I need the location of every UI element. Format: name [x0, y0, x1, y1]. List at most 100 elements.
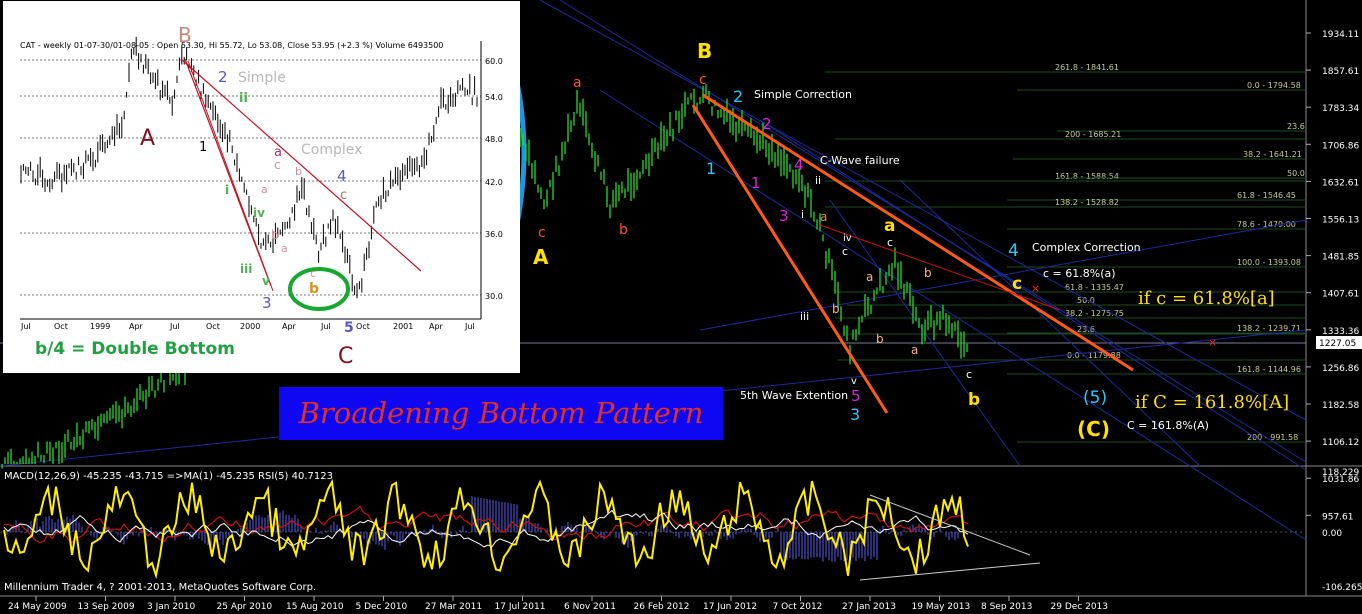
wave-label: b	[619, 222, 628, 238]
wave-label: C-Wave failure	[820, 154, 900, 167]
inset-x-label: 2001	[393, 322, 413, 331]
date-tick-label: 7 Oct 2012	[773, 602, 823, 612]
date-tick-label: 24 May 2009	[8, 602, 67, 612]
inset-x-label: Oct	[356, 322, 370, 331]
wave-label: 5th Wave Extention	[740, 389, 848, 402]
copyright-text: Millennium Trader 4, ? 2001-2013, MetaQu…	[4, 582, 317, 593]
inset-wave-label: a	[261, 183, 268, 196]
inset-wave-label: v	[262, 274, 270, 288]
inset-x-label: Jul	[169, 322, 180, 331]
price-tick-label: 1857.61	[1322, 67, 1359, 77]
date-tick-label: 8 Sep 2013	[981, 602, 1032, 612]
inset-wave-label: iii	[240, 262, 252, 276]
wave-label: 3	[779, 207, 789, 225]
inset-wave-label: Simple	[238, 70, 286, 86]
fib-level-label: 61.8 - 1546.45	[1237, 191, 1296, 200]
wave-label: a	[573, 75, 582, 91]
inset-wave-label: C	[338, 344, 353, 369]
fib-level-label: 100.0 - 1393.08	[1237, 258, 1301, 267]
inset-wave-label: a	[281, 242, 288, 255]
current-price-label: 1227.05	[1319, 339, 1356, 349]
inset-y-label: 54.0	[485, 93, 503, 102]
wave-label: c	[966, 368, 972, 381]
date-tick-label: 29 Dec 2013	[1051, 602, 1109, 612]
inset-footer: b/4 = Double Bottom	[35, 339, 235, 359]
inset-x-label: Oct	[54, 322, 68, 331]
wave-label: 3	[850, 405, 860, 424]
date-tick-label: 17 Jul 2011	[495, 602, 546, 612]
wave-label: Simple Correction	[754, 88, 852, 101]
inset-wave-label: b	[295, 165, 302, 178]
wave-label: a	[820, 210, 827, 224]
inset-x-label: 1999	[90, 322, 110, 331]
condition-text: if C = 161.8%[A]	[1135, 392, 1289, 413]
wave-label: (5)	[1083, 388, 1107, 408]
inset-header: CAT - weekly 01-07-30/01-08-05 : Open 53…	[20, 41, 443, 50]
wave-label: v	[851, 376, 857, 387]
inset-x-label: Apr	[429, 322, 444, 331]
date-tick-label: 27 Jan 2013	[842, 602, 896, 612]
wave-label: iii	[800, 310, 809, 323]
wave-label: 1	[751, 174, 761, 192]
wave-label: a	[884, 216, 895, 236]
price-tick-label: 1256.86	[1322, 364, 1359, 374]
wave-label: ×	[1031, 282, 1040, 295]
price-tick-label: 1106.12	[1322, 438, 1359, 448]
fib-level-label: 50.0	[1077, 296, 1095, 305]
price-tick-label: 1934.11	[1322, 30, 1359, 40]
inset-x-label: Apr	[129, 322, 144, 331]
inset-y-label: 30.0	[485, 292, 503, 301]
inset-y-label: 60.0	[485, 57, 503, 66]
inset-x-label: Jul	[464, 322, 475, 331]
inset-x-label: Apr	[282, 322, 297, 331]
date-tick-label: 25 Apr 2010	[217, 602, 273, 612]
inset-x-label: 2000	[240, 322, 260, 331]
macd-tick-label: -106.265	[1322, 583, 1362, 593]
inset-wave-label: c	[274, 158, 281, 172]
wave-label: ii	[815, 174, 821, 187]
macd-indicator-title: MACD(12,26,9) -45.235 -43.715 =>MA(1) -4…	[4, 471, 333, 482]
condition-text: if c = 61.8%[a]	[1138, 288, 1275, 309]
fib-level-label: 161.8 - 1588.54	[1055, 172, 1119, 181]
price-tick-label: 1333.36	[1322, 327, 1359, 337]
fib-level-label: 50.0	[1287, 169, 1305, 178]
wave-label: b	[832, 302, 840, 316]
inset-wave-label: b	[271, 228, 279, 242]
fib-level-label: 38.2 - 1275.75	[1065, 309, 1124, 318]
wave-label: 2	[733, 87, 743, 106]
wave-label: b	[876, 332, 884, 346]
wave-label: 4	[1008, 241, 1019, 261]
inset-y-label: 42.0	[485, 178, 503, 187]
inset-wave-label: Complex	[301, 142, 362, 158]
pattern-banner: Broadening Bottom Pattern	[279, 387, 723, 440]
fib-level-label: 138.2 - 1528.82	[1055, 198, 1119, 207]
fib-level-label: 200 - 1685.21	[1065, 130, 1121, 139]
wave-label: c	[1012, 274, 1022, 294]
date-tick-label: 27 Mar 2011	[425, 602, 482, 612]
date-tick-label: 15 Aug 2010	[286, 602, 344, 612]
date-tick-label: 3 Jan 2010	[147, 602, 195, 612]
inset-wave-label: i	[225, 183, 229, 197]
inset-wave-label: 5	[344, 320, 354, 336]
wave-label: c	[699, 72, 707, 88]
price-tick-label: 1556.13	[1322, 216, 1359, 226]
inset-x-label: Oct	[206, 322, 220, 331]
inset-wave-label: A	[140, 126, 155, 151]
inset-wave-label: 3	[262, 294, 272, 312]
inset-wave-label: 2	[218, 68, 228, 86]
macd-tick-label: 118.229	[1322, 468, 1359, 478]
wave-label: Complex Correction	[1032, 241, 1141, 254]
fib-level-label: 61.8 - 1335.47	[1065, 283, 1124, 292]
wave-label: A	[533, 245, 549, 269]
inset-wave-label: 1	[199, 140, 207, 155]
inset-wave-label: 4	[337, 167, 347, 185]
date-tick-label: 13 Sep 2009	[78, 602, 135, 612]
wave-label: C = 161.8%(A)	[1127, 419, 1209, 432]
price-tick-label: 1706.86	[1322, 141, 1359, 151]
date-tick-label: 17 Jun 2012	[703, 602, 757, 612]
inset-y-label: 36.0	[485, 230, 503, 239]
fib-level-label: 0.0 - 1794.58	[1247, 81, 1301, 90]
wave-label: c = 61.8%(a)	[1043, 267, 1116, 280]
inset-wave-label: c	[310, 267, 316, 280]
inset-cat-chart: CAT - weekly 01-07-30/01-08-05 : Open 53…	[3, 1, 520, 373]
